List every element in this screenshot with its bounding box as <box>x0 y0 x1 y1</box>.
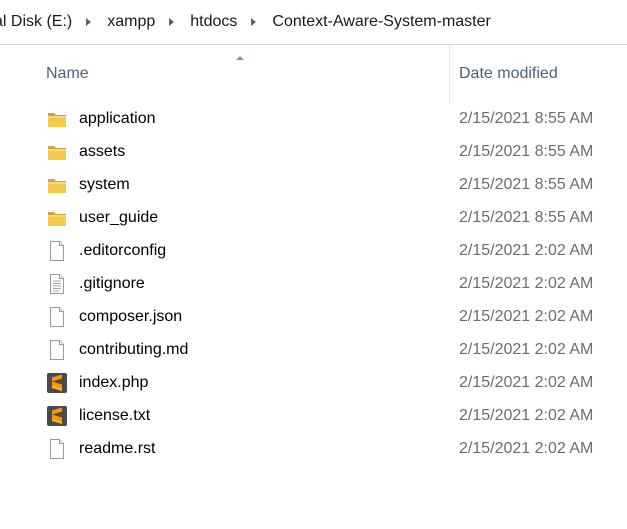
breadcrumb-item-project[interactable]: Context-Aware-System-master <box>270 11 492 33</box>
folder-icon <box>46 174 68 196</box>
sublime-text-icon <box>46 405 68 427</box>
file-icon <box>46 240 68 262</box>
sort-ascending-icon <box>236 56 244 60</box>
file-date-modified: 2/15/2021 2:02 AM <box>459 407 594 424</box>
date-modified-column-header[interactable]: Date modified <box>450 45 627 103</box>
chevron-right-icon[interactable] <box>251 18 257 26</box>
file-row[interactable]: composer.json 2/15/2021 2:02 AM <box>0 301 627 334</box>
file-icon <box>46 339 68 361</box>
file-icon <box>46 438 68 460</box>
file-row[interactable]: index.php 2/15/2021 2:02 AM <box>0 367 627 400</box>
breadcrumb-item-xampp[interactable]: xampp <box>105 11 157 33</box>
file-explorer-window: al Disk (E:) xampp htdocs Context-Aware-… <box>0 0 627 529</box>
file-date-modified: 2/15/2021 8:55 AM <box>459 143 594 160</box>
breadcrumb: al Disk (E:) xampp htdocs Context-Aware-… <box>0 11 493 33</box>
file-name: readme.rst <box>79 440 156 457</box>
file-row[interactable]: system 2/15/2021 8:55 AM <box>0 169 627 202</box>
address-bar[interactable]: al Disk (E:) xampp htdocs Context-Aware-… <box>0 0 627 45</box>
file-icon <box>46 306 68 328</box>
file-name: contributing.md <box>79 341 189 358</box>
file-date-modified: 2/15/2021 8:55 AM <box>459 110 594 127</box>
file-date-modified: 2/15/2021 2:02 AM <box>459 440 594 457</box>
chevron-right-icon[interactable] <box>86 18 92 26</box>
file-name: .editorconfig <box>79 242 167 259</box>
name-column-header[interactable]: Name <box>0 45 450 103</box>
date-modified-column-label: Date modified <box>459 65 558 82</box>
file-date-modified: 2/15/2021 2:02 AM <box>459 374 594 391</box>
file-name: .gitignore <box>79 275 145 292</box>
file-name: license.txt <box>79 407 151 424</box>
file-row[interactable]: contributing.md 2/15/2021 2:02 AM <box>0 334 627 367</box>
breadcrumb-item-local-disk[interactable]: al Disk (E:) <box>0 11 74 33</box>
file-row[interactable]: application 2/15/2021 8:55 AM <box>0 103 627 136</box>
file-name: system <box>79 176 130 193</box>
file-row[interactable]: user_guide 2/15/2021 8:55 AM <box>0 202 627 235</box>
sublime-text-icon <box>46 372 68 394</box>
file-row[interactable]: .editorconfig 2/15/2021 2:02 AM <box>0 235 627 268</box>
file-name: index.php <box>79 374 149 391</box>
folder-icon <box>46 207 68 229</box>
text-file-icon <box>46 273 68 295</box>
file-name: assets <box>79 143 126 160</box>
file-name: composer.json <box>79 308 183 325</box>
file-date-modified: 2/15/2021 2:02 AM <box>459 242 594 259</box>
folder-icon <box>46 141 68 163</box>
folder-icon <box>46 108 68 130</box>
file-row[interactable]: .gitignore 2/15/2021 2:02 AM <box>0 268 627 301</box>
chevron-right-icon[interactable] <box>169 18 175 26</box>
file-list: application 2/15/2021 8:55 AM assets 2/15/2… <box>0 103 627 466</box>
file-date-modified: 2/15/2021 2:02 AM <box>459 275 594 292</box>
file-date-modified: 2/15/2021 2:02 AM <box>459 341 594 358</box>
column-header: Name Date modified <box>0 45 627 103</box>
file-name: application <box>79 110 156 127</box>
file-date-modified: 2/15/2021 8:55 AM <box>459 176 594 193</box>
file-date-modified: 2/15/2021 8:55 AM <box>459 209 594 226</box>
file-row[interactable]: assets 2/15/2021 8:55 AM <box>0 136 627 169</box>
name-column-label: Name <box>46 65 89 82</box>
file-row[interactable]: readme.rst 2/15/2021 2:02 AM <box>0 433 627 466</box>
breadcrumb-item-htdocs[interactable]: htdocs <box>188 11 239 33</box>
file-date-modified: 2/15/2021 2:02 AM <box>459 308 594 325</box>
file-name: user_guide <box>79 209 159 226</box>
file-row[interactable]: license.txt 2/15/2021 2:02 AM <box>0 400 627 433</box>
